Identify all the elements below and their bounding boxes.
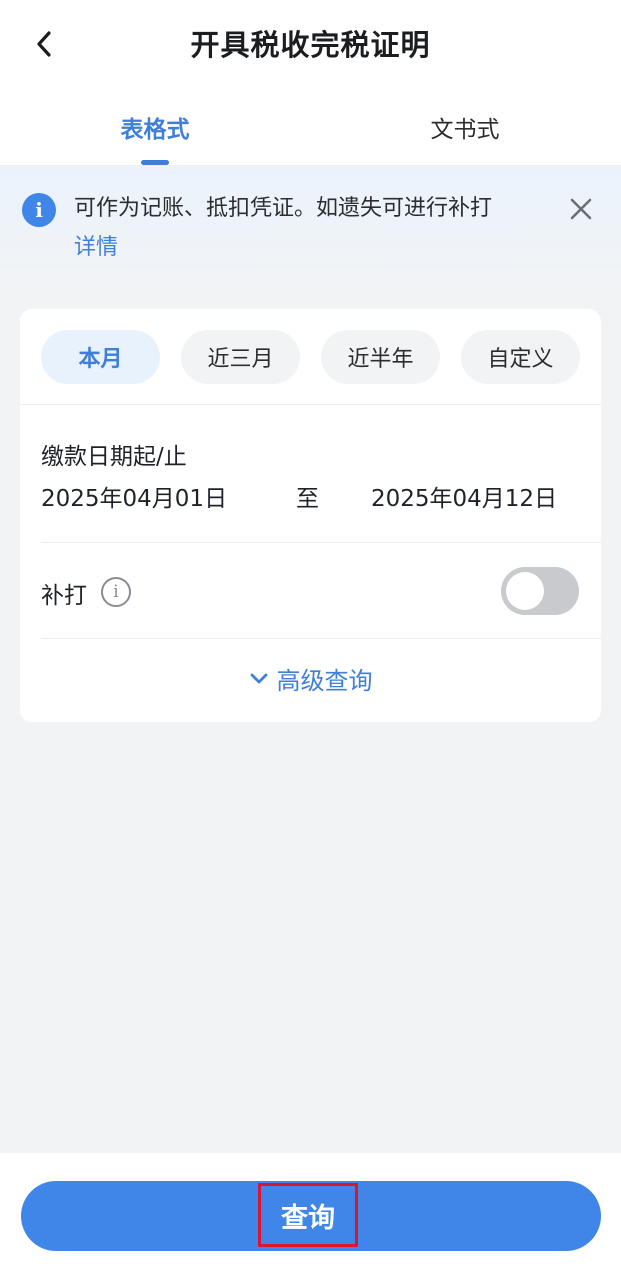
reprint-toggle[interactable] [501, 567, 579, 615]
notice-text: 可作为记账、抵扣凭证。如遗失可进行补打 [74, 196, 493, 221]
info-circle-icon[interactable]: i [101, 577, 131, 607]
date-end-field[interactable]: 2025年04月12日 [371, 479, 557, 513]
divider [41, 638, 601, 639]
toggle-knob [506, 572, 544, 610]
chip-last-three-months[interactable]: 近三月 [181, 330, 300, 384]
query-button[interactable]: 查询 [21, 1181, 601, 1251]
notice-banner: i 可作为记账、抵扣凭证。如遗失可进行补打 详情 [0, 167, 621, 287]
reprint-label: 补打 [41, 583, 87, 609]
info-icon: i [22, 193, 56, 227]
tab-table-format[interactable]: 表格式 [110, 110, 200, 144]
notice-details-link[interactable]: 详情 [74, 229, 118, 261]
page: 开具税收完税证明 表格式 文书式 i 可作为记账、抵扣凭证。如遗失可进行补打 详… [0, 0, 621, 1277]
tab-document-format[interactable]: 文书式 [420, 110, 510, 144]
notice-close-button[interactable] [566, 194, 596, 224]
close-icon [570, 198, 592, 220]
tab-bar: 表格式 文书式 [0, 86, 621, 166]
advanced-query-link[interactable]: 高级查询 [20, 661, 601, 696]
divider [20, 404, 601, 405]
date-range-label: 缴款日期起/止 [41, 444, 187, 470]
query-card: 本月 近三月 近半年 自定义 缴款日期起/止 2025年04月01日 至 202… [20, 309, 601, 722]
divider [41, 542, 601, 543]
advanced-query-label: 高级查询 [276, 667, 373, 695]
chip-last-half-year[interactable]: 近半年 [321, 330, 440, 384]
chevron-down-icon [250, 673, 267, 683]
chip-custom[interactable]: 自定义 [461, 330, 580, 384]
bottom-bar: 查询 [0, 1153, 621, 1277]
tab-indicator [141, 160, 169, 165]
date-start-field[interactable]: 2025年04月01日 [41, 479, 227, 513]
header: 开具税收完税证明 [0, 0, 621, 86]
chip-this-month[interactable]: 本月 [41, 330, 160, 384]
page-title: 开具税收完税证明 [190, 28, 431, 62]
date-separator: 至 [296, 486, 319, 512]
query-button-label: 查询 [258, 1183, 358, 1247]
